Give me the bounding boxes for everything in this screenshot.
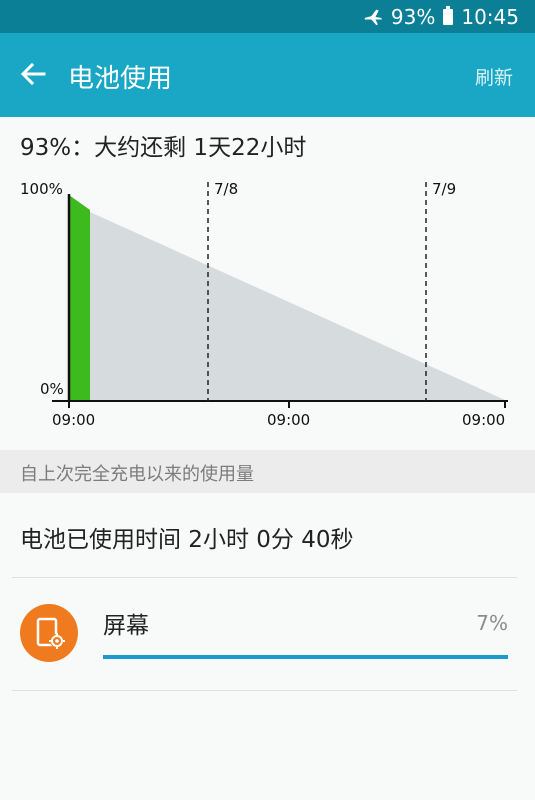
x-tick-label: 09:00 [267,411,310,429]
clock: 10:45 [461,5,519,29]
usage-bar-fill [103,655,508,659]
usage-time: 电池已使用时间 2小时 0分 40秒 [20,527,354,553]
battery-chart: 100% 0% 7/8 7/9 09:00 09:00 09:00 [20,180,508,429]
app-usage-row-screen[interactable]: 屏幕 7% [0,580,535,690]
divider [12,577,517,578]
used-area [69,195,90,400]
x-tick-label: 09:00 [52,411,95,429]
projected-area [90,212,505,400]
y-tick-label: 0% [40,380,64,398]
battery-icon [443,6,454,25]
back-arrow-icon[interactable] [16,57,50,91]
section-header-label: 自上次完全充电以来的使用量 [20,464,254,485]
airplane-mode-icon [364,9,382,26]
section-header: 自上次完全充电以来的使用量 [0,450,535,493]
day-marker-label: 7/9 [432,180,456,198]
divider [12,690,517,691]
status-icons: 93% 10:45 [363,5,519,29]
y-tick-label: 100% [20,180,63,198]
battery-percent: 93% [390,5,436,29]
day-marker-label: 7/8 [214,180,238,198]
app-name: 屏幕 [103,613,149,639]
status-bar: 93% 10:45 [0,0,535,33]
page-title: 电池使用 [68,64,173,94]
screen-settings-icon [20,604,78,662]
usage-bar [103,655,508,659]
battery-summary: 93%：大约还剩 1天22小时 [20,135,307,161]
x-tick-label: 09:00 [462,411,505,429]
app-percent: 7% [476,611,508,635]
refresh-button[interactable]: 刷新 [475,63,513,90]
app-bar: 电池使用 刷新 [0,33,535,117]
